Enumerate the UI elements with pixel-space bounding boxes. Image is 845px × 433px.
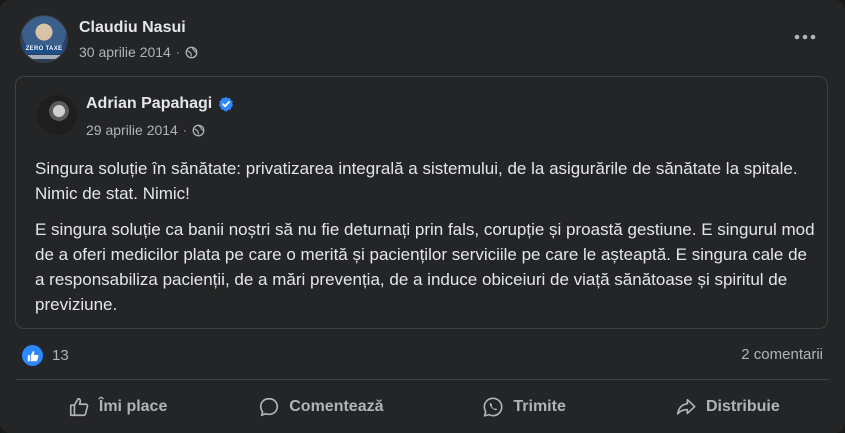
comment-button[interactable]: Comentează xyxy=(219,385,422,429)
meta-separator: · xyxy=(175,45,180,59)
post-paragraph: Singura soluție în sănătate: privatizare… xyxy=(35,159,798,203)
like-count[interactable]: 13 xyxy=(52,347,69,364)
comments-count[interactable]: 2 comentarii xyxy=(741,346,823,363)
shared-author-name[interactable]: Adrian Papahagi xyxy=(86,95,212,113)
reactions-bar: 13 2 comentarii xyxy=(22,344,823,366)
post-paragraph: E singura soluție ca banii noștri să nu … xyxy=(35,220,815,314)
send-button-label: Trimite xyxy=(513,398,566,415)
avatar[interactable]: ZERO TAXE xyxy=(20,15,68,63)
share-button[interactable]: Distribuie xyxy=(626,385,829,429)
author-name[interactable]: Claudiu Nasui xyxy=(79,19,186,37)
thumbs-up-icon xyxy=(27,350,38,361)
shared-avatar[interactable] xyxy=(37,95,77,135)
globe-icon[interactable] xyxy=(185,46,198,59)
action-bar: Îmi place Comentează Trimite Distribuie xyxy=(16,385,829,429)
shared-meta: 29 aprilie 2014 · xyxy=(86,122,205,138)
meta-separator: · xyxy=(182,123,187,137)
comment-icon xyxy=(260,397,279,417)
whatsapp-icon xyxy=(483,397,503,417)
verified-icon xyxy=(219,96,234,112)
post-header: ZERO TAXE Claudiu Nasui 30 aprilie 2014 … xyxy=(20,15,825,67)
like-reaction-icon[interactable] xyxy=(22,345,43,366)
globe-icon[interactable] xyxy=(192,124,205,137)
post-date[interactable]: 30 aprilie 2014 xyxy=(79,44,171,60)
shared-date[interactable]: 29 aprilie 2014 xyxy=(86,122,178,138)
more-icon xyxy=(794,34,816,40)
avatar-badge-text: ZERO TAXE xyxy=(21,45,67,54)
send-button[interactable]: Trimite xyxy=(423,385,626,429)
avatar-badge-strip xyxy=(25,55,63,59)
like-button[interactable]: Îmi place xyxy=(16,385,219,429)
comment-button-label: Comentează xyxy=(289,398,384,415)
post-meta: 30 aprilie 2014 · xyxy=(79,44,198,60)
shared-post[interactable]: Adrian Papahagi 29 aprilie 2014 · Singur… xyxy=(15,76,828,329)
divider xyxy=(16,379,829,380)
like-icon xyxy=(69,397,89,417)
like-button-label: Îmi place xyxy=(98,398,168,415)
share-icon xyxy=(676,398,696,415)
share-button-label: Distribuie xyxy=(705,398,780,415)
post-body: Singura soluție în sănătate: privatizare… xyxy=(35,156,815,328)
more-options-button[interactable] xyxy=(790,25,820,49)
post-card: ZERO TAXE Claudiu Nasui 30 aprilie 2014 … xyxy=(0,0,845,433)
shared-author: Adrian Papahagi xyxy=(86,95,234,113)
